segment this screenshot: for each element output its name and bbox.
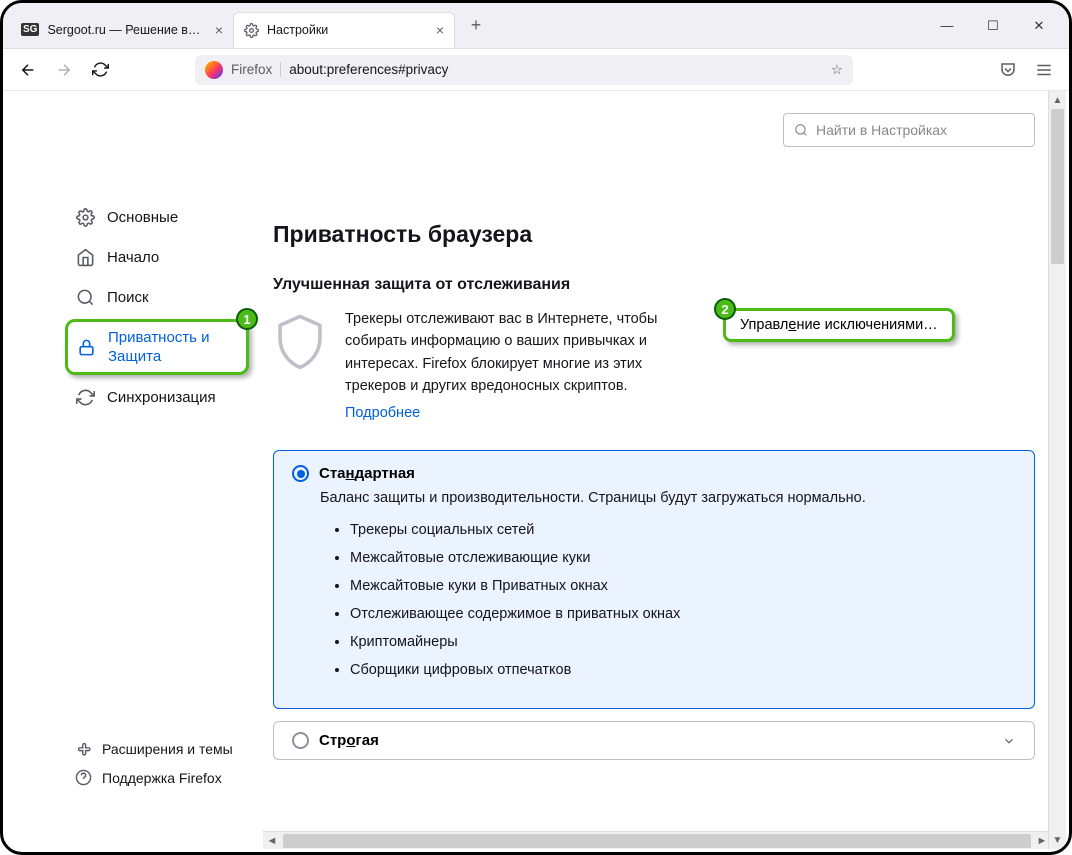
close-icon[interactable]: × bbox=[215, 22, 223, 38]
protection-option-standard[interactable]: Стандартная Баланс защиты и производител… bbox=[273, 450, 1035, 709]
page-title: Приватность браузера bbox=[273, 173, 1035, 248]
firefox-icon bbox=[205, 61, 223, 79]
close-icon[interactable]: × bbox=[436, 22, 444, 38]
option-label: Стандартная bbox=[319, 465, 415, 482]
sidebar-item-label: Поиск bbox=[107, 289, 149, 306]
navbar: Firefox about:preferences#privacy ☆ bbox=[3, 49, 1069, 91]
puzzle-icon bbox=[75, 740, 92, 757]
shield-icon bbox=[273, 312, 327, 374]
close-button[interactable]: ✕ bbox=[1029, 18, 1049, 34]
bookmark-star-icon[interactable]: ☆ bbox=[831, 62, 843, 78]
option-description: Баланс защиты и производительности. Стра… bbox=[320, 490, 1016, 506]
tab-inactive[interactable]: SG Sergoot.ru — Решение ваших IT × bbox=[11, 12, 233, 48]
vertical-scrollbar[interactable]: ▲ ▼ bbox=[1048, 91, 1066, 849]
titlebar: SG Sergoot.ru — Решение ваших IT × Настр… bbox=[3, 3, 1069, 49]
list-item: Криптомайнеры bbox=[350, 634, 1016, 650]
sidebar-item-home[interactable]: Начало bbox=[65, 239, 249, 275]
sidebar-support[interactable]: Поддержка Firefox bbox=[65, 763, 249, 792]
sidebar-item-sync[interactable]: Синхронизация bbox=[65, 379, 249, 415]
scroll-up-icon[interactable]: ▲ bbox=[1049, 91, 1066, 109]
section-heading: Улучшенная защита от отслеживания bbox=[273, 276, 1035, 294]
list-item: Межсайтовые отслеживающие куки bbox=[350, 550, 1016, 566]
sidebar-item-label: Приватность и Защита bbox=[108, 328, 238, 366]
sidebar-item-label: Синхронизация bbox=[107, 389, 216, 406]
help-icon bbox=[75, 769, 92, 786]
home-icon bbox=[75, 247, 95, 267]
manage-exceptions-button[interactable]: 2 Управление исключениями… bbox=[723, 308, 955, 342]
back-button[interactable] bbox=[17, 59, 39, 81]
minimize-button[interactable]: — bbox=[937, 18, 957, 34]
list-item: Трекеры социальных сетей bbox=[350, 522, 1016, 538]
browser-label: Firefox bbox=[231, 62, 281, 77]
sidebar-extensions[interactable]: Расширения и темы bbox=[65, 734, 249, 763]
learn-more-link[interactable]: Подробнее bbox=[345, 402, 420, 424]
tab-title: Sergoot.ru — Решение ваших IT bbox=[47, 23, 206, 37]
radio-standard[interactable] bbox=[292, 465, 309, 482]
list-item: Сборщики цифровых отпечатков bbox=[350, 662, 1016, 678]
menu-button[interactable] bbox=[1033, 59, 1055, 81]
list-item: Отслеживающее содержимое в приватных окн… bbox=[350, 606, 1016, 622]
search-icon bbox=[75, 287, 95, 307]
protection-option-strict[interactable]: Строгая bbox=[273, 721, 1035, 760]
sidebar-footer-label: Поддержка Firefox bbox=[102, 770, 222, 786]
tracking-description: Трекеры отслеживают вас в Интернете, что… bbox=[345, 311, 657, 394]
lock-icon bbox=[76, 337, 96, 357]
sidebar-item-general[interactable]: Основные bbox=[65, 199, 249, 235]
url-bar[interactable]: Firefox about:preferences#privacy ☆ bbox=[195, 55, 853, 85]
forward-button[interactable] bbox=[53, 59, 75, 81]
scrollbar-thumb[interactable] bbox=[1051, 109, 1064, 264]
sidebar-item-search[interactable]: Поиск bbox=[65, 279, 249, 315]
favicon-sergoot: SG bbox=[21, 23, 39, 36]
radio-strict[interactable] bbox=[292, 732, 309, 749]
scrollbar-thumb[interactable] bbox=[283, 834, 1031, 848]
horizontal-scrollbar[interactable]: ◄ ► bbox=[263, 831, 1051, 849]
chevron-down-icon[interactable] bbox=[1002, 734, 1016, 748]
main-content: Найти в Настройках Приватность браузера … bbox=[263, 91, 1069, 852]
settings-search[interactable]: Найти в Настройках bbox=[783, 113, 1035, 147]
scroll-left-icon[interactable]: ◄ bbox=[263, 835, 281, 847]
sidebar-item-label: Начало bbox=[107, 249, 159, 266]
tab-active[interactable]: Настройки × bbox=[233, 12, 455, 48]
sync-icon bbox=[75, 387, 95, 407]
gear-icon bbox=[244, 23, 259, 38]
list-item: Межсайтовые куки в Приватных окнах bbox=[350, 578, 1016, 594]
callout-badge: 2 bbox=[714, 298, 736, 320]
pocket-icon[interactable] bbox=[997, 59, 1019, 81]
sidebar: Основные Начало Поиск 1 Приватность и За… bbox=[3, 91, 263, 852]
gear-icon bbox=[75, 207, 95, 227]
maximize-button[interactable]: ☐ bbox=[983, 18, 1003, 34]
search-icon bbox=[794, 123, 808, 137]
new-tab-button[interactable]: + bbox=[461, 11, 491, 41]
reload-button[interactable] bbox=[89, 59, 111, 81]
blocked-items-list: Трекеры социальных сетей Межсайтовые отс… bbox=[350, 522, 1016, 678]
callout-badge: 1 bbox=[236, 308, 258, 330]
url-text: about:preferences#privacy bbox=[289, 62, 823, 77]
search-placeholder: Найти в Настройках bbox=[816, 122, 947, 138]
option-label: Строгая bbox=[319, 732, 379, 749]
sidebar-item-label: Основные bbox=[107, 209, 178, 226]
scroll-down-icon[interactable]: ▼ bbox=[1049, 831, 1066, 849]
tab-title: Настройки bbox=[267, 23, 428, 37]
sidebar-footer-label: Расширения и темы bbox=[102, 741, 233, 757]
sidebar-item-privacy[interactable]: 1 Приватность и Защита bbox=[65, 319, 249, 375]
